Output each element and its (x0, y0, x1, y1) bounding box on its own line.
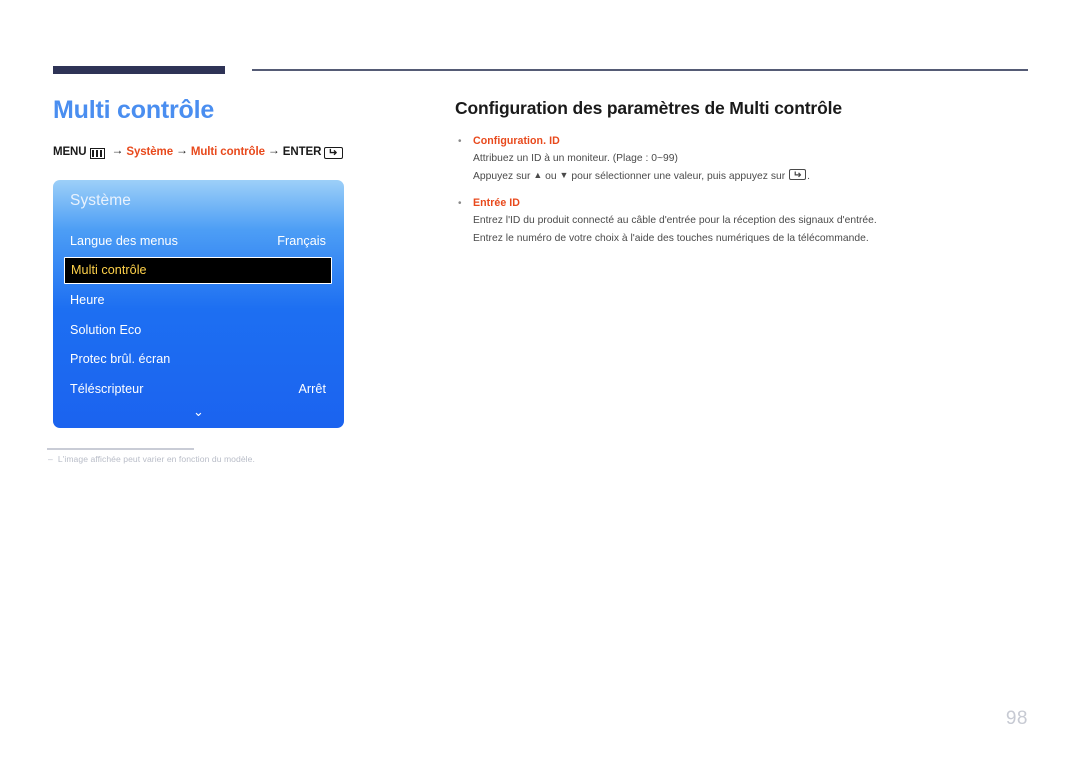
bullet-heading-row: • Entrée ID (455, 195, 1035, 212)
left-column: Multi contrôle MENU → Système → Multi co… (53, 95, 413, 159)
chevron-down-icon[interactable]: ⌄ (53, 405, 344, 418)
footnote: ‒ L'image affichée peut varier en foncti… (48, 454, 388, 464)
breadcrumb: MENU → Système → Multi contrôle → ENTER (53, 143, 413, 159)
text-fragment: pour sélectionner une valeur, puis appuy… (568, 170, 789, 182)
osd-item-label: Protec brûl. écran (70, 352, 171, 367)
osd-panel-title: Système (70, 192, 131, 209)
bullet-body: Attribuez un ID à un moniteur. (Plage : … (455, 150, 1035, 185)
bullet-line: Attribuez un ID à un moniteur. (Plage : … (473, 153, 678, 164)
osd-item-protec-brul-ecran[interactable]: Protec brûl. écran (53, 344, 344, 374)
breadcrumb-arrow-3: → (267, 143, 280, 157)
breadcrumb-step-systeme: Système (126, 146, 173, 158)
osd-selection-highlight: Multi contrôle (64, 256, 332, 285)
bullet-group-entree-id: • Entrée ID Entrez l'ID du produit conne… (455, 195, 1035, 247)
footnote-dash: ‒ (48, 454, 53, 464)
osd-item-heure[interactable]: Heure (53, 285, 344, 315)
breadcrumb-arrow-1: → (111, 143, 124, 157)
page-title: Multi contrôle (53, 96, 215, 124)
bullet-heading-row: • Configuration. ID (455, 133, 1035, 150)
text-fragment: . (807, 170, 810, 182)
bullet-group-configuration-id: • Configuration. ID Attribuez un ID à un… (455, 133, 1035, 185)
breadcrumb-step-multi-controle: Multi contrôle (190, 146, 265, 158)
osd-item-label: Solution Eco (70, 322, 142, 337)
arrow-down-icon: ▼ (559, 170, 569, 180)
bullet-heading: Entrée ID (473, 197, 520, 209)
breadcrumb-menu-label: MENU (53, 146, 87, 158)
bullet-heading: Configuration. ID (473, 135, 560, 147)
osd-item-langue-des-menus[interactable]: Langue des menus Français (53, 226, 344, 256)
text-fragment: Appuyez sur (473, 170, 534, 182)
osd-item-multi-controle[interactable]: Multi contrôle (53, 256, 344, 286)
breadcrumb-arrow-2: → (175, 143, 188, 157)
header-rule-thick (53, 66, 225, 74)
header-rule-thin (252, 69, 1028, 71)
bullet-line-with-icons: Appuyez sur ▲ ou ▼ pour sélectionner une… (473, 168, 1035, 186)
breadcrumb-enter-label: ENTER (282, 146, 322, 158)
bullet-line: Entrez le numéro de votre choix à l'aide… (473, 232, 869, 244)
bullet-line: Entrez l'ID du produit connecté au câble… (473, 215, 877, 226)
section-title: Configuration des paramètres de Multi co… (455, 98, 842, 118)
osd-item-value: Français (277, 233, 326, 248)
footnote-divider (47, 448, 194, 450)
osd-item-label: Langue des menus (70, 233, 178, 248)
osd-item-value: Arrêt (298, 381, 326, 396)
arrow-up-icon: ▲ (533, 170, 543, 180)
osd-menu-list: Langue des menus Français Multi contrôle… (53, 226, 344, 404)
osd-item-telescripteur[interactable]: Téléscripteur Arrêt (53, 374, 344, 404)
enter-key-icon (324, 147, 344, 159)
bullet-dot-icon: • (458, 198, 462, 209)
enter-key-icon (789, 169, 807, 180)
menu-grid-icon (90, 147, 106, 159)
osd-item-solution-eco[interactable]: Solution Eco (53, 315, 344, 345)
page-number: 98 (1005, 708, 1028, 729)
bullet-body: Entrez l'ID du produit connecté au câble… (455, 212, 1035, 247)
osd-item-label: Heure (70, 292, 105, 307)
osd-item-label: Multi contrôle (71, 263, 147, 278)
bullet-dot-icon: • (458, 136, 462, 147)
osd-menu-panel: Système Langue des menus Français Multi … (53, 180, 344, 428)
document-page: Multi contrôle MENU → Système → Multi co… (0, 0, 1080, 763)
footnote-text: L'image affichée peut varier en fonction… (57, 454, 255, 464)
osd-item-label: Téléscripteur (70, 381, 144, 396)
text-fragment: ou (542, 170, 560, 182)
right-column: Configuration des paramètres de Multi co… (455, 98, 1035, 257)
